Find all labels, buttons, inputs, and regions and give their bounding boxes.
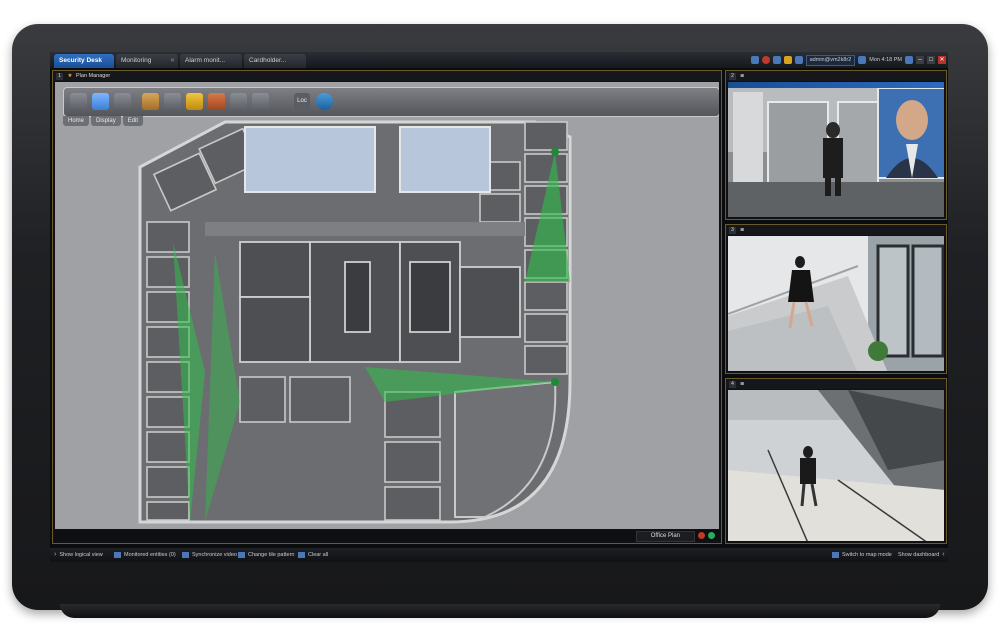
tile-number: 3 bbox=[729, 227, 736, 234]
video-feed[interactable] bbox=[728, 390, 944, 541]
show-dashboard-button[interactable]: Show dashboard ‹ bbox=[898, 548, 948, 562]
clock: Mon 4:18 PM bbox=[869, 57, 902, 63]
layers-icon[interactable] bbox=[230, 93, 247, 110]
tab-label: Cardholder... bbox=[249, 57, 287, 64]
tab-label: Alarm monit... bbox=[185, 57, 226, 64]
tab-display[interactable]: Display bbox=[91, 116, 121, 126]
switch-to-map-mode-button[interactable]: Switch to map mode bbox=[832, 548, 892, 562]
conference-room-a bbox=[244, 126, 376, 193]
online-status-icon[interactable] bbox=[708, 532, 715, 539]
screen: Security Desk Monitoring ✕ Alarm monit...… bbox=[50, 52, 948, 562]
user-badge[interactable]: admin@vm2k8r2 bbox=[805, 54, 856, 66]
camera-icon: ◙ bbox=[740, 73, 744, 79]
monitored-entities-button[interactable]: Monitored entities (0) bbox=[114, 548, 176, 562]
button-label: Synchronize video bbox=[192, 552, 237, 558]
curved-wing bbox=[454, 380, 557, 518]
close-window-button[interactable]: ✕ bbox=[938, 56, 946, 64]
search-icon[interactable] bbox=[164, 93, 181, 110]
map-icon bbox=[832, 551, 839, 558]
monitor-icon[interactable] bbox=[750, 56, 759, 64]
favorite-star-icon[interactable] bbox=[186, 93, 203, 110]
tab-cardholder[interactable]: Cardholder... bbox=[244, 54, 306, 68]
tile-header: 2 ◙ bbox=[726, 71, 946, 81]
button-label: Change tile pattern bbox=[248, 552, 295, 558]
corridor bbox=[205, 222, 525, 236]
lobby-video-svg bbox=[728, 82, 944, 217]
maximize-button[interactable]: □ bbox=[927, 56, 935, 64]
ribbon-tabs: Home Display Edit bbox=[63, 116, 144, 126]
phone-icon[interactable] bbox=[858, 56, 867, 64]
monitor-stand bbox=[60, 604, 940, 618]
camera-marker[interactable] bbox=[551, 378, 559, 386]
synchronize-video-button[interactable]: Synchronize video bbox=[182, 548, 237, 562]
globe-icon[interactable] bbox=[316, 93, 333, 110]
chevron-left-icon: ‹ bbox=[942, 551, 945, 558]
camera-icon: ◙ bbox=[740, 381, 744, 387]
tab-alarm-monitoring[interactable]: Alarm monit... bbox=[180, 54, 242, 68]
system-tray: admin@vm2k8r2 Mon 4:18 PM – □ ✕ bbox=[750, 54, 946, 66]
loc-button[interactable]: Loc bbox=[294, 93, 310, 110]
home-icon[interactable] bbox=[70, 93, 87, 110]
tab-monitoring[interactable]: Monitoring ✕ bbox=[116, 54, 178, 68]
close-icon[interactable]: ✕ bbox=[170, 54, 175, 68]
button-label: Clear all bbox=[308, 552, 329, 558]
tile-pattern-icon bbox=[238, 551, 245, 558]
pointer-icon[interactable] bbox=[114, 93, 131, 110]
video-feed[interactable] bbox=[728, 236, 944, 371]
star-icon: ★ bbox=[67, 73, 73, 79]
bottom-status-bar: › Show logical view Monitored entities (0… bbox=[50, 548, 948, 562]
tile-camera-2[interactable]: 2 ◙ bbox=[725, 70, 947, 220]
plan-toolbar: Loc bbox=[63, 87, 719, 117]
tile-header: 3 ◙ bbox=[726, 225, 946, 235]
tab-edit[interactable]: Edit bbox=[122, 116, 144, 126]
alarm-status-icon[interactable] bbox=[698, 532, 705, 539]
top-tab-bar: Security Desk Monitoring ✕ Alarm monit...… bbox=[50, 52, 948, 68]
tab-security-desk[interactable]: Security Desk bbox=[54, 54, 114, 68]
alarm-icon[interactable] bbox=[761, 56, 770, 64]
entities-icon bbox=[114, 551, 121, 558]
button-label: Switch to map mode bbox=[842, 552, 892, 558]
lock-icon[interactable] bbox=[772, 56, 781, 64]
conference-room-b bbox=[399, 126, 491, 193]
stairs-video-svg bbox=[728, 236, 944, 371]
clear-icon bbox=[298, 551, 305, 558]
volume-icon[interactable] bbox=[794, 56, 803, 64]
camera-marker[interactable] bbox=[551, 148, 559, 156]
tile-number: 1 bbox=[56, 73, 63, 80]
tile-plan-manager[interactable]: 1 ★ Plan Manager Loc Home Display Edit O… bbox=[52, 70, 722, 544]
tab-home[interactable]: Home bbox=[63, 116, 90, 126]
floor-plan-svg[interactable] bbox=[55, 82, 719, 529]
tile-number: 4 bbox=[729, 381, 736, 388]
tab-label: Monitoring bbox=[121, 57, 152, 64]
camera-icon: ◙ bbox=[740, 227, 744, 233]
tile-header: 4 ◙ bbox=[726, 379, 946, 389]
button-label: Show dashboard bbox=[898, 552, 940, 558]
clear-all-button[interactable]: Clear all bbox=[298, 548, 328, 562]
tile-number: 2 bbox=[729, 73, 736, 80]
video-banner bbox=[728, 82, 944, 88]
camera-icon[interactable] bbox=[142, 93, 159, 110]
button-label: Show logical view bbox=[59, 552, 103, 558]
notification-icon[interactable] bbox=[783, 56, 792, 64]
change-tile-pattern-button[interactable]: Change tile pattern bbox=[238, 548, 294, 562]
floor-plan-map[interactable]: Loc Home Display Edit bbox=[55, 82, 719, 529]
tile-camera-4[interactable]: 4 ◙ bbox=[725, 378, 947, 544]
sync-icon bbox=[182, 551, 189, 558]
button-label: Monitored entities (0) bbox=[124, 552, 176, 558]
show-logical-view-button[interactable]: › Show logical view bbox=[54, 548, 103, 562]
video-feed[interactable] bbox=[728, 82, 944, 217]
tile-header: 1 ★ Plan Manager bbox=[53, 71, 721, 81]
chevron-right-icon: › bbox=[54, 551, 57, 558]
tile-title: Plan Manager bbox=[76, 73, 111, 79]
escalator-video-svg bbox=[728, 390, 944, 541]
minimize-button[interactable]: – bbox=[916, 56, 924, 64]
map-name-selector[interactable]: Office Plan bbox=[635, 531, 695, 542]
tile-camera-3[interactable]: 3 ◙ bbox=[725, 224, 947, 374]
alarm-icon[interactable] bbox=[208, 93, 225, 110]
select-icon[interactable] bbox=[92, 93, 109, 110]
measure-icon[interactable] bbox=[252, 93, 269, 110]
gear-icon[interactable] bbox=[905, 56, 913, 64]
plan-status-bar: Office Plan bbox=[55, 530, 719, 542]
tab-label: Security Desk bbox=[59, 57, 102, 64]
